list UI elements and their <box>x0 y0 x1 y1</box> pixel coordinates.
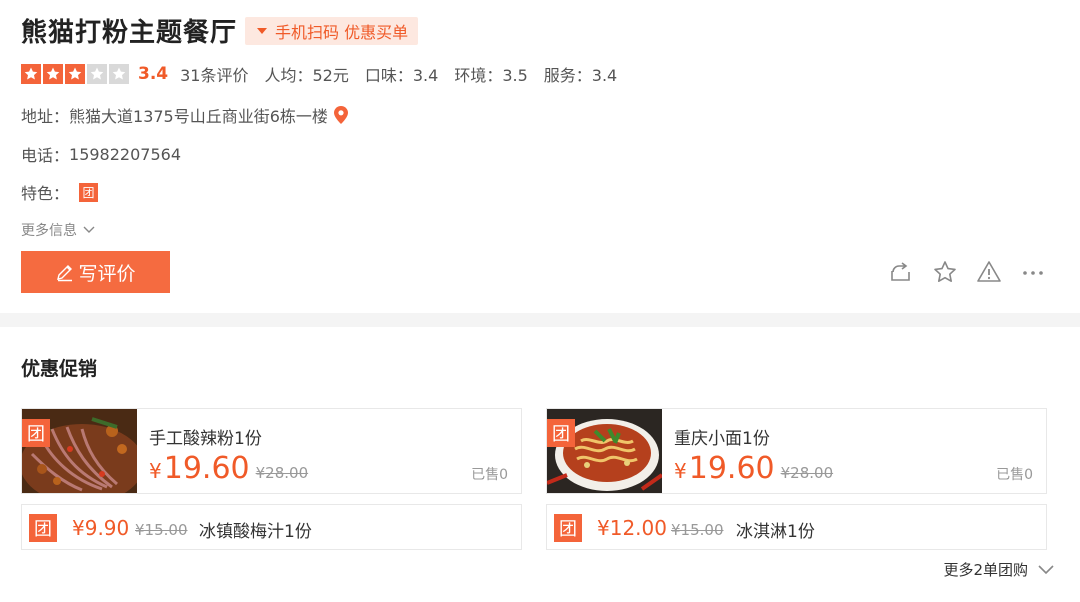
more-deals-toggle[interactable]: 更多2单团购 <box>943 559 1054 580</box>
shop-header: 熊猫打粉主题餐厅 手机扫码 优惠买单 3.4 31条评价 人均：52元 口味：3… <box>0 0 1080 313</box>
deal-name: 重庆小面1份 <box>674 429 770 449</box>
deal-sold-count: 已售0 <box>996 467 1033 483</box>
deal-price: ¥ 19.60 ¥28.00 <box>149 451 308 486</box>
group-buy-badge: 团 <box>29 514 57 542</box>
mini-deal-name: 冰镇酸梅汁1份 <box>199 522 312 542</box>
currency-symbol: ¥ <box>674 459 687 483</box>
currency-symbol: ¥ <box>149 459 162 483</box>
write-review-button[interactable]: 写评价 <box>21 251 170 293</box>
star-filled-icon <box>65 64 85 84</box>
star-empty-icon <box>87 64 107 84</box>
feature-label: 特色： <box>21 184 70 203</box>
warning-icon[interactable] <box>976 259 1002 285</box>
deal-card[interactable]: 团 重庆小面1份 ¥ 19.60 ¥28.00 已售0 <box>546 408 1047 494</box>
mini-deal-card[interactable]: 团 ¥9.90 ¥15.00 冰镇酸梅汁1份 <box>21 504 522 550</box>
mini-deal-card[interactable]: 团 ¥12.00 ¥15.00 冰淇淋1份 <box>546 504 1047 550</box>
mini-deal-price: ¥9.90 <box>72 516 130 540</box>
group-buy-badge: 团 <box>554 514 582 542</box>
phone-label: 电话： <box>21 146 70 165</box>
action-icons <box>870 259 1046 285</box>
scan-pay-button[interactable]: 手机扫码 优惠买单 <box>245 16 419 45</box>
group-buy-badge: 团 <box>22 419 50 447</box>
chevron-down-icon <box>1038 564 1054 574</box>
map-pin-icon[interactable] <box>328 106 348 124</box>
mini-deal-original-price: ¥15.00 <box>671 521 724 539</box>
star-filled-icon <box>21 64 41 84</box>
pencil-icon <box>57 265 73 282</box>
rating-row: 3.4 31条评价 人均：52元 口味：3.4 环境：3.5 服务：3.4 <box>21 62 633 86</box>
deal-image-noodles: 团 <box>22 409 137 493</box>
scan-pay-label: 手机扫码 优惠买单 <box>275 22 409 42</box>
address-label: 地址： <box>21 107 70 126</box>
group-buy-badge: 团 <box>547 419 575 447</box>
address-row: 地址： 熊猫大道1375号山丘商业街6栋一楼 <box>21 103 348 127</box>
deal-price-value: 19.60 <box>688 451 775 486</box>
address-text: 熊猫大道1375号山丘商业街6栋一楼 <box>69 107 328 126</box>
deal-price-value: 19.60 <box>163 451 250 486</box>
rating-score: 3.4 <box>138 64 169 84</box>
star-filled-icon <box>43 64 63 84</box>
mini-deal-name: 冰淇淋1份 <box>736 522 815 542</box>
promotion-title: 优惠促销 <box>21 358 98 380</box>
more-icon[interactable] <box>1020 259 1046 285</box>
shop-title: 熊猫打粉主题餐厅 <box>21 18 238 48</box>
phone-number: 15982207564 <box>69 144 181 164</box>
star-rating <box>21 64 131 84</box>
deal-original-price: ¥28.00 <box>255 464 309 482</box>
avg-price: 人均：52元 <box>264 66 349 85</box>
environment-score: 环境：3.5 <box>454 66 528 85</box>
phone-row: 电话： 15982207564 <box>21 142 181 166</box>
deal-sold-count: 已售0 <box>471 467 508 483</box>
star-empty-icon <box>109 64 129 84</box>
deal-image-noodle-bowl: 团 <box>547 409 662 493</box>
chevron-down-icon <box>83 226 95 233</box>
deal-name: 手工酸辣粉1份 <box>149 429 262 449</box>
taste-score: 口味：3.4 <box>364 66 439 85</box>
mini-deal-original-price: ¥15.00 <box>135 521 188 539</box>
section-divider <box>0 313 1080 327</box>
title-row: 熊猫打粉主题餐厅 手机扫码 优惠买单 <box>21 12 419 49</box>
caret-down-icon <box>257 27 268 34</box>
more-info-toggle[interactable]: 更多信息 <box>21 220 95 240</box>
mini-deal-price: ¥12.00 <box>597 516 667 540</box>
deal-price: ¥ 19.60 ¥28.00 <box>674 451 833 486</box>
group-buy-badge: 团 <box>79 182 99 202</box>
deal-card[interactable]: 团 手工酸辣粉1份 ¥ 19.60 ¥28.00 已售0 <box>21 408 522 494</box>
feature-row: 特色： 团 <box>21 180 99 204</box>
deal-original-price: ¥28.00 <box>780 464 834 482</box>
write-review-label: 写评价 <box>78 263 136 285</box>
more-info-label: 更多信息 <box>21 223 77 239</box>
share-icon[interactable] <box>888 259 914 285</box>
review-count-link[interactable]: 31条评价 <box>180 62 248 86</box>
promotion-section: 优惠促销 团 手工酸辣粉1份 ¥ 19.60 ¥28.00 已售0 团 重庆小面… <box>0 327 1080 602</box>
more-deals-label: 更多2单团购 <box>943 561 1028 579</box>
service-score: 服务：3.4 <box>543 66 618 85</box>
star-outline-icon[interactable] <box>932 259 958 285</box>
